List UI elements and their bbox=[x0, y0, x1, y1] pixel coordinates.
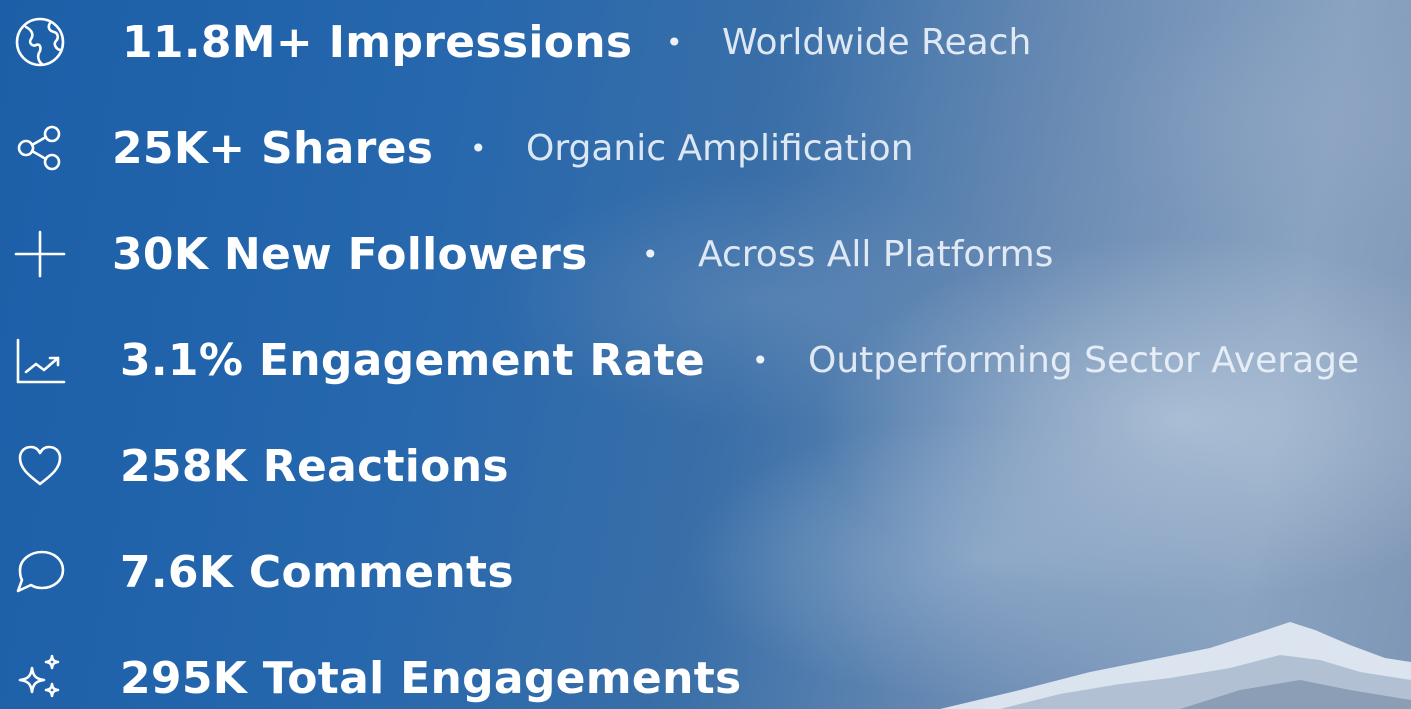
sparkles-icon bbox=[10, 648, 70, 708]
separator-dot: • bbox=[752, 343, 769, 377]
comments-metric: 7.6K Comments bbox=[120, 546, 514, 598]
impressions-metric: 11.8M+ Impressions bbox=[122, 16, 633, 68]
reactions-metric: 258K Reactions bbox=[120, 440, 509, 492]
engagement-rate-description: Outperforming Sector Average bbox=[808, 339, 1360, 381]
total-engagements-metric: 295K Total Engagements bbox=[120, 652, 742, 704]
globe-icon bbox=[10, 12, 70, 72]
impressions-description: Worldwide Reach bbox=[722, 21, 1032, 63]
followers-metric: 30K New Followers bbox=[112, 228, 588, 280]
heart-icon bbox=[10, 436, 70, 496]
followers-description: Across All Platforms bbox=[698, 233, 1054, 275]
plus-icon bbox=[10, 224, 70, 284]
separator-dot: • bbox=[642, 237, 659, 271]
shares-metric: 25K+ Shares bbox=[112, 122, 434, 174]
shares-description: Organic Amplification bbox=[526, 127, 914, 169]
engagement-rate-metric: 3.1% Engagement Rate bbox=[120, 334, 706, 386]
separator-dot: • bbox=[666, 25, 683, 59]
share-icon bbox=[10, 118, 70, 178]
comment-icon bbox=[10, 542, 70, 602]
stats-list: 11.8M+ Impressions • Worldwide Reach 25K… bbox=[0, 0, 1411, 709]
separator-dot: • bbox=[470, 131, 487, 165]
trending-chart-icon bbox=[10, 330, 70, 390]
